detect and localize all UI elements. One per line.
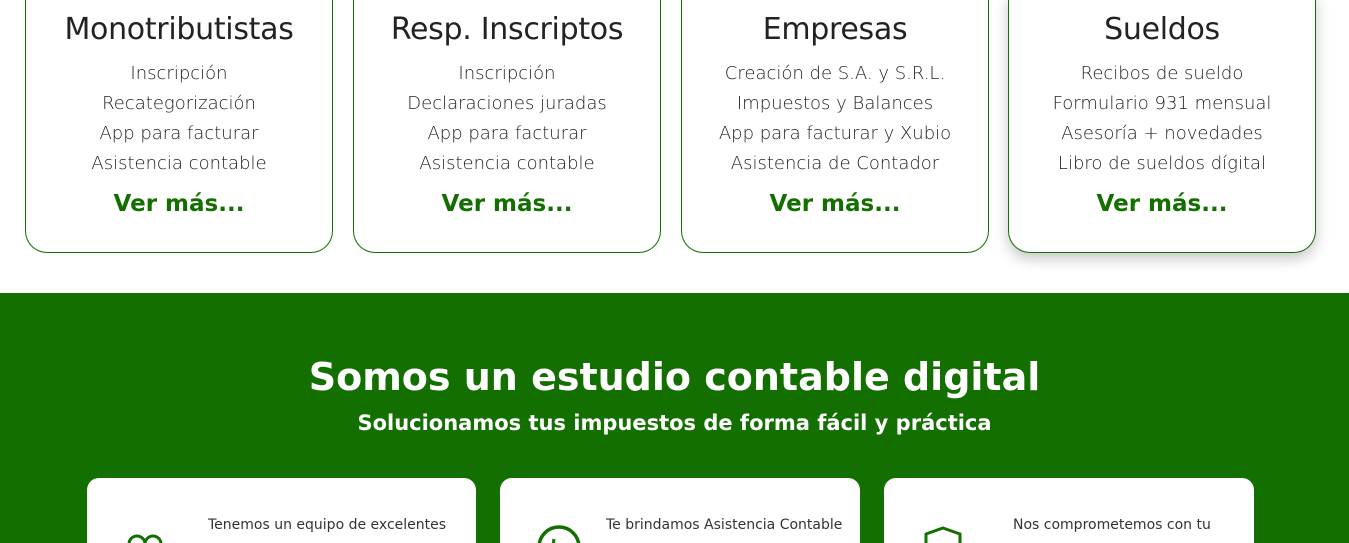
team-icon (127, 534, 163, 543)
card-item: Asistencia contable (91, 153, 267, 174)
card-items: Inscripción Recategorización App para fa… (26, 59, 332, 179)
card-title: Resp. Inscriptos (390, 12, 624, 47)
card-item: Asistencia de Contador (730, 153, 940, 174)
card-item: App para facturar (427, 123, 587, 144)
about-section: Somos un estudio contable digital Soluci… (0, 293, 1349, 543)
ver-mas-link[interactable]: Ver más... (1097, 191, 1228, 217)
card-title: Sueldos (1104, 12, 1220, 47)
whatsapp-icon (537, 525, 581, 543)
card-item: Formulario 931 mensual (1052, 93, 1272, 114)
service-card-resp-inscriptos: Resp. Inscriptos Inscripción Declaracion… (353, 0, 661, 253)
feature-text: Te brindamos Asistencia Contable (606, 517, 843, 533)
card-item: Declaraciones juradas (407, 93, 607, 114)
service-card-monotributistas: Monotributistas Inscripción Recategoriza… (25, 0, 333, 253)
card-items: Recibos de sueldo Formulario 931 mensual… (1009, 59, 1315, 179)
about-heading: Somos un estudio contable digital (308, 355, 1041, 399)
feature-card-commitment: Nos comprometemos con tu (884, 478, 1254, 543)
service-card-empresas: Empresas Creación de S.A. y S.R.L. Impue… (681, 0, 989, 253)
card-title: Empresas (762, 12, 908, 47)
feature-card-assistance: Te brindamos Asistencia Contable (500, 478, 860, 543)
card-items: Creación de S.A. y S.R.L. Impuestos y Ba… (682, 59, 988, 179)
about-subheading: Solucionamos tus impuestos de forma fáci… (357, 411, 992, 435)
service-card-sueldos: Sueldos Recibos de sueldo Formulario 931… (1008, 0, 1316, 253)
card-items: Inscripción Declaraciones juradas App pa… (354, 59, 660, 179)
ver-mas-link[interactable]: Ver más... (114, 191, 245, 217)
card-item: Asesoría + novedades (1061, 123, 1263, 144)
feature-text: Nos comprometemos con tu (1013, 517, 1211, 533)
card-item: Creación de S.A. y S.R.L. (724, 63, 946, 84)
ver-mas-link[interactable]: Ver más... (442, 191, 573, 217)
feature-card-team: Tenemos un equipo de excelentes (87, 478, 476, 543)
card-item: Recategorización (102, 93, 256, 114)
card-item: Libro de sueldos dígital (1057, 153, 1267, 174)
card-item: Inscripción (130, 63, 228, 84)
card-item: Inscripción (458, 63, 556, 84)
card-item: Impuestos y Balances (736, 93, 934, 114)
ver-mas-link[interactable]: Ver más... (770, 191, 901, 217)
feature-text: Tenemos un equipo de excelentes (208, 517, 447, 533)
card-item: Asistencia contable (419, 153, 595, 174)
card-item: App para facturar (99, 123, 259, 144)
card-item: App para facturar y Xubio (718, 123, 952, 144)
card-title: Monotributistas (64, 12, 294, 47)
shield-icon (924, 526, 962, 543)
card-item: Recibos de sueldo (1080, 63, 1244, 84)
